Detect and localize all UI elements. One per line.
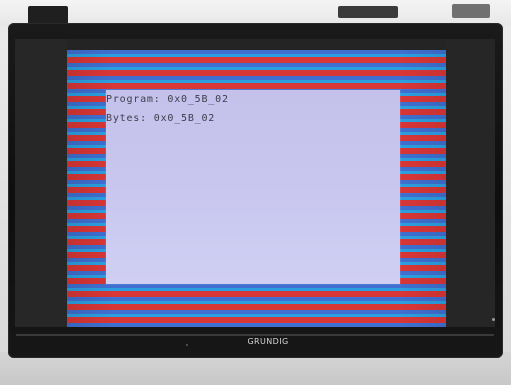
bytes-line: Bytes: 0x0_5B_02	[106, 113, 216, 124]
background-object-center	[338, 6, 398, 18]
program-line: Program: 0x0_5B_02	[106, 94, 229, 105]
brand-plate: GRUNDIG	[240, 337, 296, 347]
front-sensor-icon	[186, 344, 188, 346]
brand-text: GRUNDIG	[247, 337, 289, 346]
monitor-photo: Program: 0x0_5B_02 Bytes: 0x0_5B_02 GRUN…	[0, 0, 511, 385]
power-led-icon	[492, 318, 495, 321]
bezel-highlight	[16, 334, 494, 336]
screen-left-blank-area	[15, 39, 67, 327]
background-object-right	[452, 4, 490, 18]
screen-right-blank-area	[445, 39, 495, 327]
background-object-left	[28, 6, 68, 24]
